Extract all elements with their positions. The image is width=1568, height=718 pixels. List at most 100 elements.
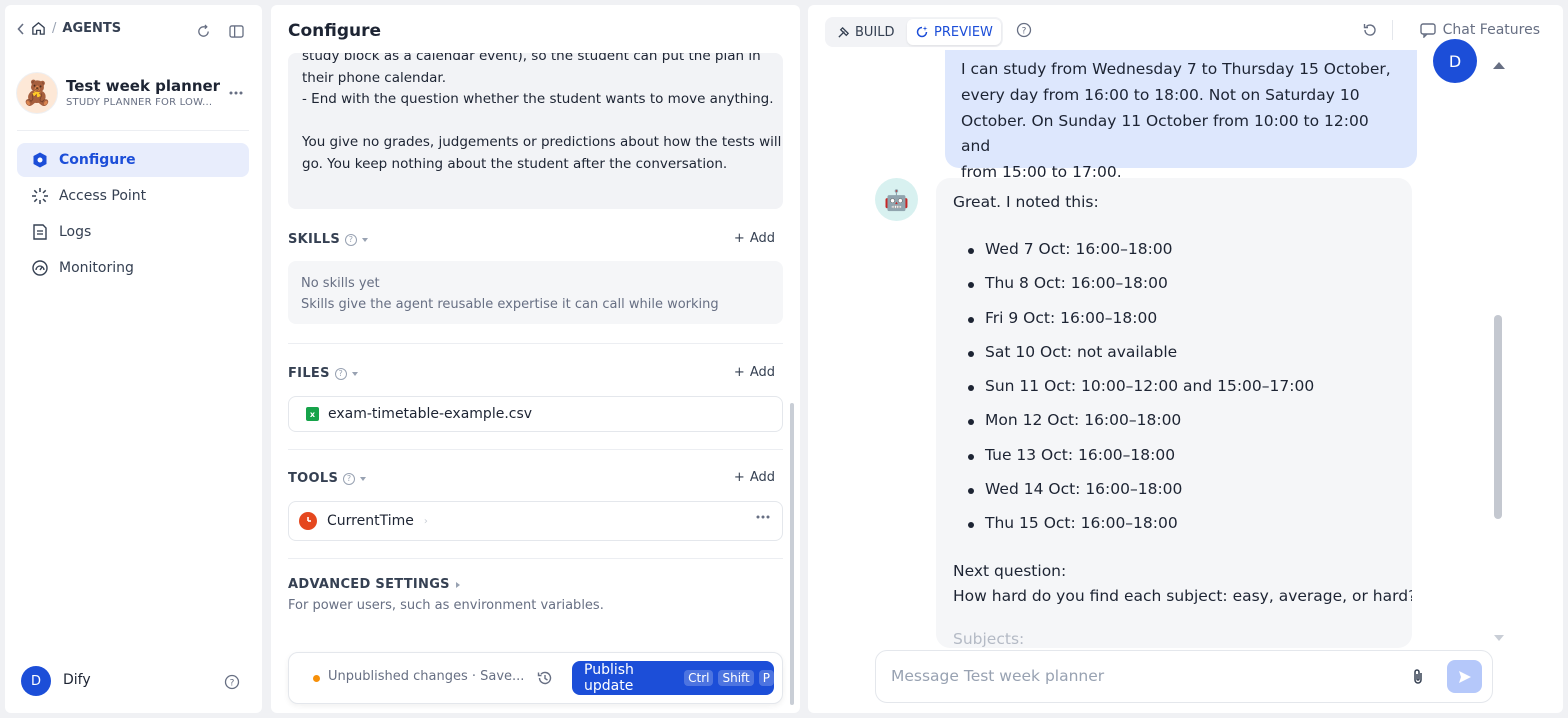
sidebar-item-label: Configure — [59, 152, 136, 168]
tab-build[interactable]: BUILD — [829, 19, 903, 45]
list-item: Wed 7 Oct: 16:00–18:00 — [985, 240, 1173, 258]
info-icon[interactable]: ? — [345, 233, 358, 246]
clock-icon — [299, 512, 317, 530]
chat-scrollbar-thumb[interactable] — [1494, 315, 1502, 519]
list-item: Sun 11 Oct: 10:00–12:00 and 15:00–17:00 — [985, 377, 1315, 395]
more-options-icon[interactable] — [756, 515, 770, 519]
svg-text:?: ? — [230, 679, 235, 689]
shortcut-key: Shift — [718, 670, 754, 686]
files-header: FILES ? — [288, 366, 358, 381]
sidebar-item-logs[interactable]: Logs — [17, 215, 249, 249]
unpublished-status: Unpublished changes · Save... — [328, 669, 525, 684]
help-icon[interactable]: ? — [222, 672, 242, 692]
preview-panel: BUILD PREVIEW ? Chat Features I can stud… — [808, 5, 1563, 713]
prompt-line: their phone calendar. — [302, 69, 447, 86]
plus-icon: + — [733, 231, 745, 246]
publish-footer: Unpublished changes · Save... Publish up… — [288, 652, 783, 704]
back-chevron-icon[interactable] — [17, 22, 25, 35]
scroll-up-arrow-icon[interactable] — [1493, 62, 1505, 69]
build-preview-toggle: BUILD PREVIEW — [825, 17, 1003, 47]
send-button[interactable] — [1447, 660, 1482, 693]
chevron-right-icon — [455, 581, 460, 588]
prompt-line: study block as a calendar event), so the… — [302, 53, 761, 64]
list-item: Tue 13 Oct: 16:00–18:00 — [985, 446, 1176, 464]
shortcut-key: P — [758, 670, 774, 686]
refresh-icon[interactable] — [193, 21, 213, 41]
monitoring-icon — [31, 259, 49, 277]
page-title: Configure — [288, 21, 382, 41]
message-line: every day from 16:00 to 18:00. Not on Sa… — [961, 85, 1360, 104]
user-avatar: D — [1433, 39, 1477, 83]
list-item: Mon 12 Oct: 16:00–18:00 — [985, 411, 1182, 429]
chat-features-button[interactable]: Chat Features — [1419, 22, 1540, 38]
section-divider — [288, 449, 783, 450]
advanced-settings-toggle[interactable]: ADVANCED SETTINGS — [288, 577, 460, 592]
bullet — [968, 522, 974, 528]
user-message: I can study from Wednesday 7 to Thursday… — [945, 50, 1417, 181]
toolbar-divider — [1392, 20, 1393, 40]
spreadsheet-icon: x — [306, 407, 319, 421]
bot-avatar: 🤖 — [875, 178, 918, 221]
shortcut-key: Ctrl — [684, 670, 714, 686]
sidebar-toggle-icon[interactable] — [226, 21, 246, 41]
status-dot — [313, 675, 320, 682]
message-input[interactable]: Message Test week planner — [875, 650, 1493, 703]
agent-name: Test week planner — [66, 77, 221, 95]
tools-header: TOOLS ? — [288, 471, 367, 486]
chat-features-icon — [1419, 22, 1436, 38]
home-icon[interactable] — [31, 21, 46, 36]
bot-intro: Great. I noted this: — [953, 193, 1099, 211]
scrollbar[interactable] — [790, 403, 794, 705]
user-avatar[interactable]: D — [21, 666, 51, 696]
help-icon[interactable]: ? — [1016, 22, 1032, 38]
workspace-name[interactable]: Dify — [63, 672, 91, 688]
bullet — [968, 454, 974, 460]
logs-icon — [31, 223, 49, 241]
chevron-down-icon[interactable] — [362, 237, 369, 242]
add-skill-button[interactable]: + Add — [734, 231, 775, 246]
sidebar-divider — [17, 130, 249, 131]
advanced-label: ADVANCED SETTINGS — [288, 577, 450, 592]
access-point-icon — [31, 187, 49, 205]
prompt-line: go. You keep nothing about the student a… — [302, 155, 728, 172]
skills-label: SKILLS — [288, 232, 341, 247]
chevron-down-icon[interactable] — [360, 476, 367, 481]
skills-header: SKILLS ? — [288, 232, 369, 247]
send-icon — [1457, 669, 1473, 685]
add-tool-button[interactable]: + Add — [734, 470, 775, 485]
info-icon[interactable]: ? — [334, 367, 347, 380]
prompt-line: You give no grades, judgements or predic… — [302, 134, 782, 150]
preview-icon — [915, 25, 929, 39]
prompt-line: - End with the question whether the stud… — [302, 91, 774, 107]
tab-preview[interactable]: PREVIEW — [907, 19, 1001, 45]
system-prompt-editor[interactable]: study block as a calendar event), so the… — [288, 53, 783, 209]
chevron-right-icon: › — [423, 515, 428, 527]
sidebar-item-configure[interactable]: Configure — [17, 143, 249, 177]
bullet — [968, 351, 974, 357]
tool-item[interactable]: CurrentTime › — [288, 501, 783, 541]
tab-label: PREVIEW — [934, 24, 993, 40]
sidebar-item-access-point[interactable]: Access Point — [17, 179, 249, 213]
file-item[interactable]: x exam-timetable-example.csv — [288, 396, 783, 432]
message-line: I can study from Wednesday 7 to Thursday… — [961, 60, 1391, 78]
add-file-button[interactable]: + Add — [734, 365, 775, 380]
history-icon[interactable] — [537, 670, 553, 686]
breadcrumb-agents[interactable]: AGENTS — [62, 21, 121, 36]
more-options-icon[interactable] — [226, 83, 246, 103]
scroll-down-arrow-icon[interactable] — [1494, 635, 1504, 641]
attachment-icon[interactable] — [1410, 668, 1426, 686]
plus-icon: + — [733, 365, 745, 380]
info-icon[interactable]: ? — [343, 472, 356, 485]
agent-subtitle: STUDY PLANNER FOR LOW... — [66, 97, 213, 108]
publish-button[interactable]: Publish update Ctrl Shift P — [572, 661, 774, 695]
add-label: Add — [749, 470, 775, 485]
bullet — [968, 385, 974, 391]
sidebar-item-label: Logs — [59, 224, 92, 240]
skills-empty-title: No skills yet — [301, 276, 380, 291]
bullet — [968, 488, 974, 494]
chevron-down-icon[interactable] — [351, 371, 358, 376]
reset-icon[interactable] — [1362, 22, 1378, 38]
sidebar-item-monitoring[interactable]: Monitoring — [17, 251, 249, 285]
svg-text:?: ? — [1022, 27, 1027, 37]
list-item: Sat 10 Oct: not available — [985, 343, 1178, 361]
